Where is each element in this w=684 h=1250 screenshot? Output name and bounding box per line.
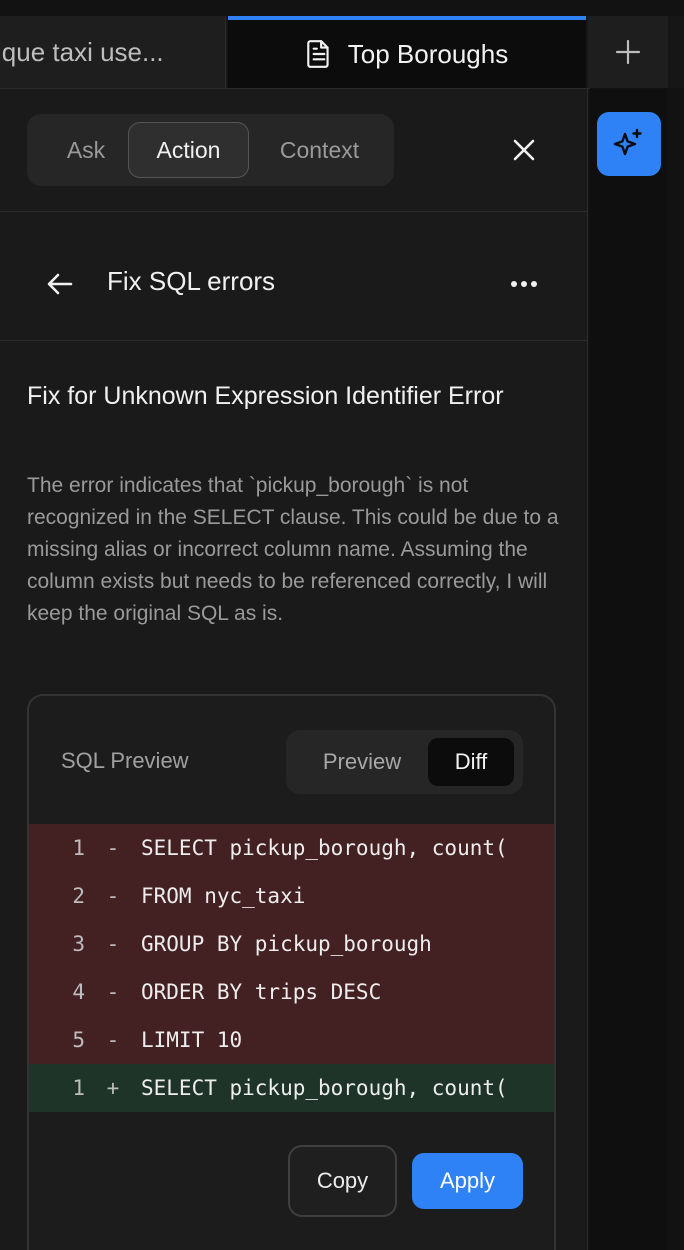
diff-sign: + [106,1076,120,1100]
more-options-button[interactable] [504,266,544,302]
mode-switcher: Ask Action Context [27,114,394,186]
close-icon [513,139,535,161]
tab-unique-taxi-usage[interactable]: ique taxi use... [0,16,226,88]
tab-top-boroughs[interactable]: Top Boroughs [228,16,586,88]
apply-button[interactable]: Apply [412,1153,523,1209]
line-number: 4 [72,980,85,1004]
tab-label: Top Boroughs [347,38,509,69]
code-text: GROUP BY pickup_borough [141,932,432,956]
diff-line-removed: 3 - GROUP BY pickup_borough [29,920,554,968]
divider [0,211,588,212]
line-number: 2 [72,884,85,908]
diff-line-removed: 2 - FROM nyc_taxi [29,872,554,920]
diff-sign: - [106,932,120,956]
document-icon [306,40,329,68]
view-preview-option[interactable]: Preview [300,738,424,786]
divider [0,340,588,341]
diff-line-added: 1 + SELECT pickup_borough, count( [29,1064,554,1112]
fix-description: The error indicates that `pickup_borough… [27,474,559,625]
sql-diff: 1 - SELECT pickup_borough, count( 2 - FR… [29,824,554,1112]
line-number: 1 [72,1076,85,1100]
view-diff-option[interactable]: Diff [428,738,514,786]
code-text: LIMIT 10 [141,1028,243,1052]
plus-icon [615,39,641,65]
sparkles-icon [613,128,642,156]
copy-button[interactable]: Copy [288,1145,397,1217]
diff-line-removed: 1 - SELECT pickup_borough, count( [29,824,554,872]
diff-line-removed: 4 - ORDER BY trips DESC [29,968,554,1016]
line-number: 1 [72,836,85,860]
right-rail [590,89,666,1250]
tab-bar: ique taxi use... Top Boroughs [0,0,684,88]
mode-action[interactable]: Action [128,122,249,178]
mode-context[interactable]: Context [257,122,382,178]
ai-assistant-button[interactable] [597,112,661,176]
tab-label: ique taxi use... [0,36,164,67]
arrow-left-icon [47,273,73,295]
diff-sign: - [106,836,120,860]
sql-preview-card: SQL Preview Preview Diff 1 - SELECT pick… [27,694,556,1250]
fix-title: Fix for Unknown Expression Identifier Er… [27,382,504,410]
add-tab-button[interactable] [588,16,668,88]
sql-preview-label: SQL Preview [61,748,189,773]
back-button[interactable] [40,264,80,304]
code-text: FROM nyc_taxi [141,884,306,908]
view-toggle: Preview Diff [286,730,523,794]
line-number: 3 [72,932,85,956]
code-text: SELECT pickup_borough, count( [141,836,508,860]
mode-ask[interactable]: Ask [41,122,131,178]
close-button[interactable] [505,131,543,169]
code-text: ORDER BY trips DESC [141,980,382,1004]
diff-line-removed: 5 - LIMIT 10 [29,1016,554,1064]
line-number: 5 [72,1028,85,1052]
tab-bar-top-strip [0,0,684,16]
page-title: Fix SQL errors [107,266,276,296]
diff-sign: - [106,980,120,1004]
code-text: SELECT pickup_borough, count( [141,1076,508,1100]
diff-sign: - [106,884,120,908]
diff-sign: - [106,1028,120,1052]
more-horizontal-icon [511,281,537,287]
